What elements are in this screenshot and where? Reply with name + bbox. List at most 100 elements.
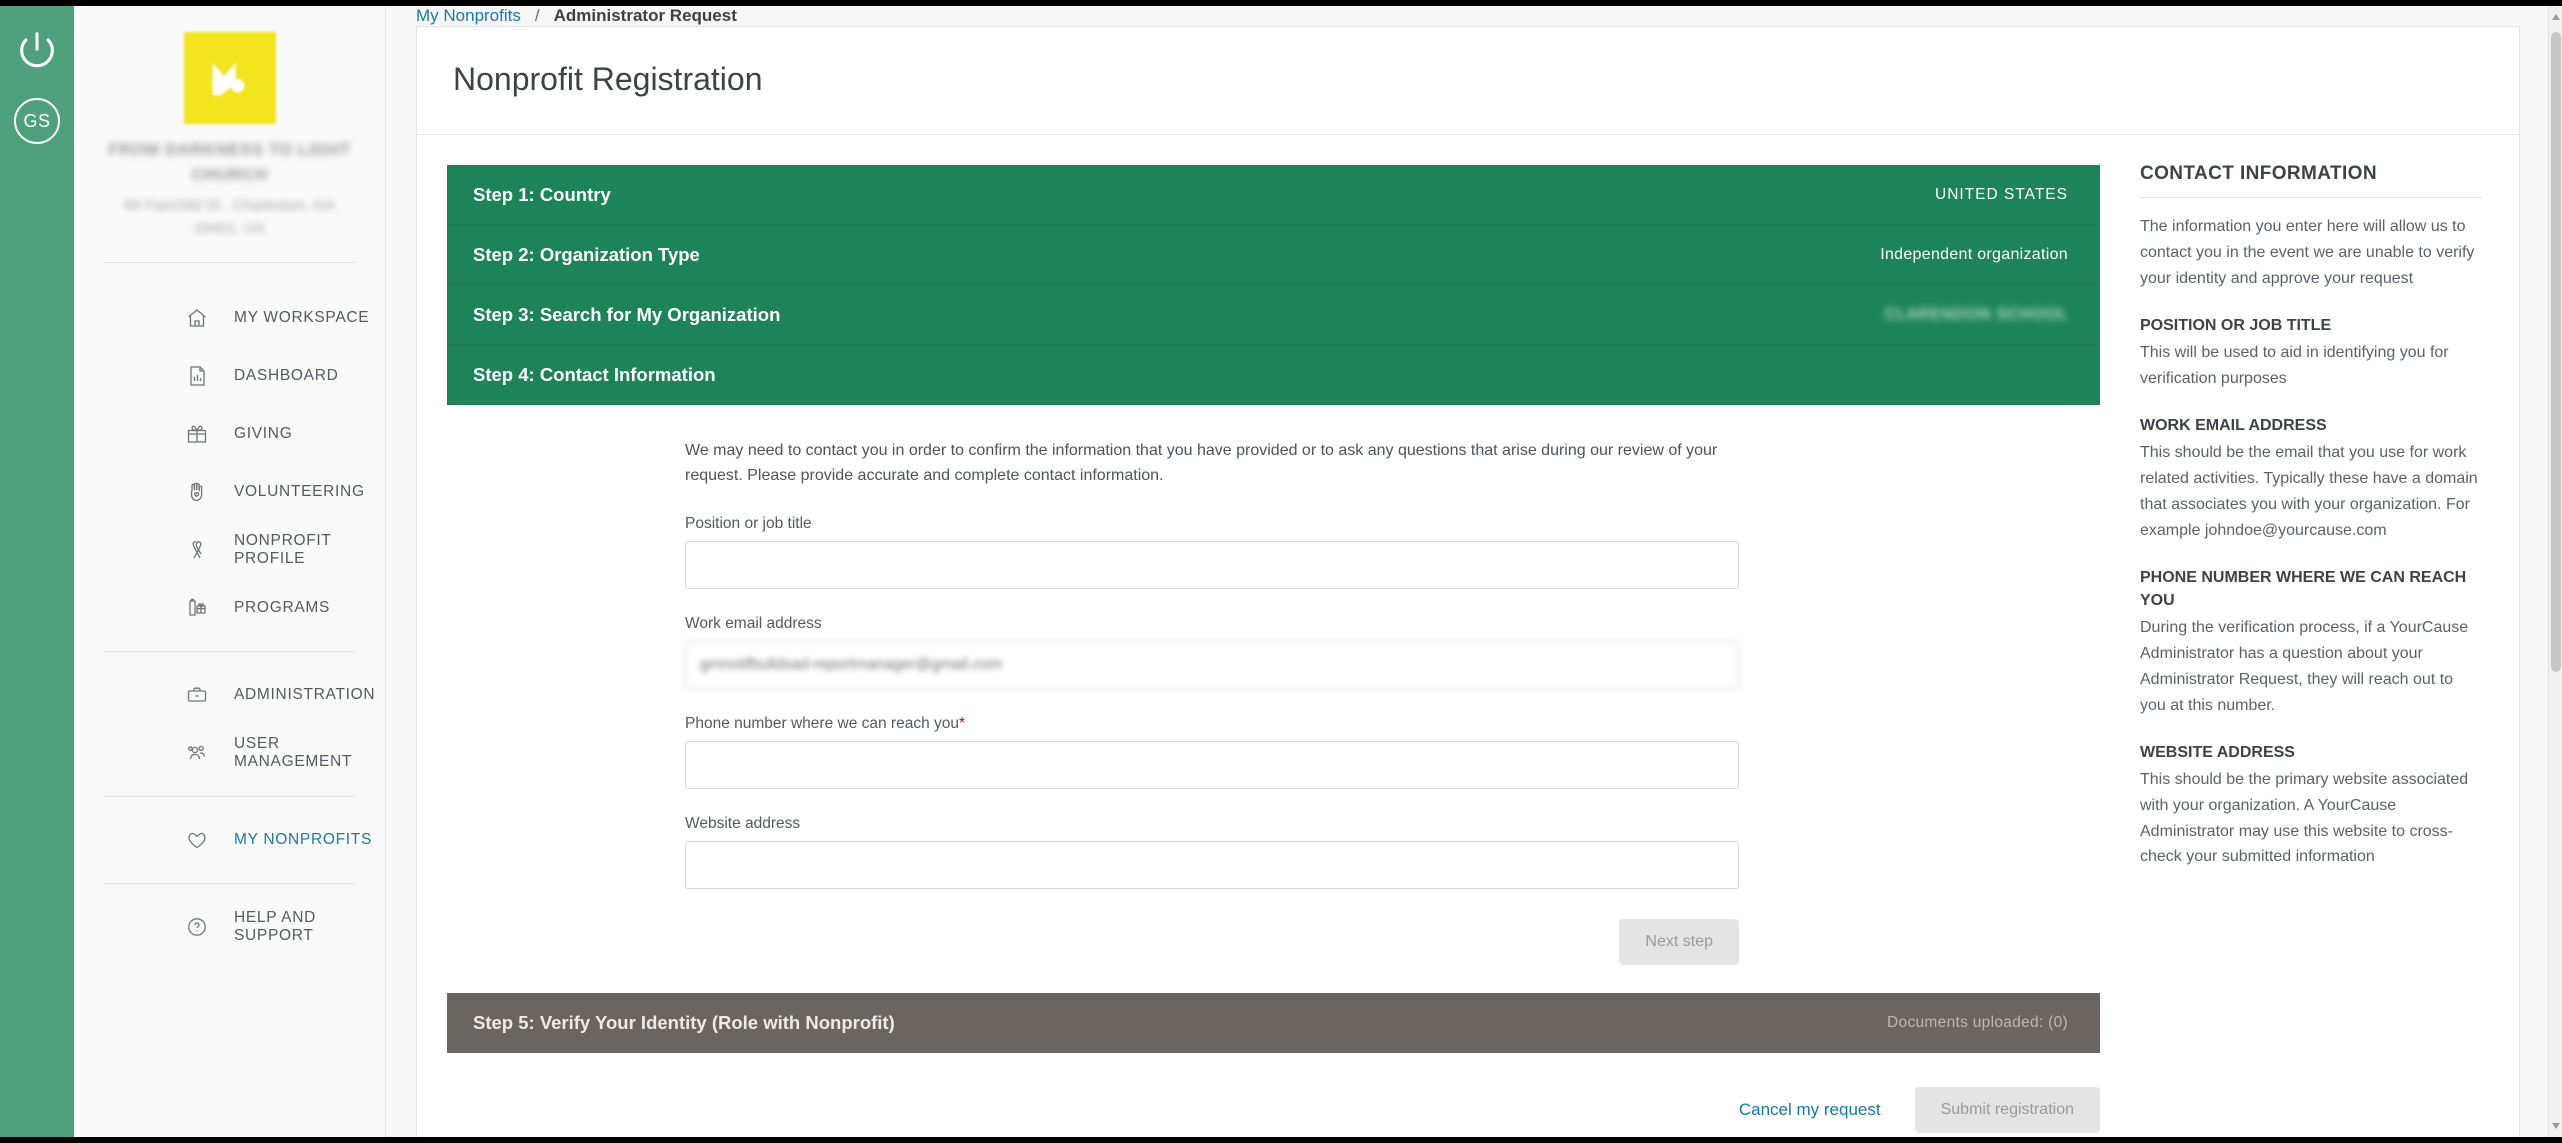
briefcase-icon	[184, 682, 210, 708]
sidebar-item-label: PROGRAMS	[234, 599, 331, 617]
footer-actions: Cancel my request Submit registration	[447, 1053, 2100, 1137]
step-row-2[interactable]: Step 2: Organization Type Independent or…	[447, 225, 2100, 285]
step-row-4[interactable]: Step 4: Contact Information	[447, 345, 2100, 405]
home-icon	[184, 305, 210, 331]
position-or-job-title-input[interactable]	[685, 540, 1739, 589]
scroll-down-arrow-icon[interactable]	[2552, 1123, 2560, 1129]
sidebar-item-giving[interactable]: GIVING	[74, 405, 385, 463]
sidebar-item-my-workspace[interactable]: MY WORKSPACE	[74, 289, 385, 347]
sidebar-item-volunteering[interactable]: VOLUNTEERING	[74, 463, 385, 521]
field-label: Phone number where we can reach you*	[685, 715, 1745, 733]
website-address-input[interactable]	[685, 840, 1739, 889]
step-row-5[interactable]: Step 5: Verify Your Identity (Role with …	[447, 992, 2100, 1053]
step-title: Step 3: Search for My Organization	[473, 303, 781, 325]
sidebar-item-administration[interactable]: ADMINISTRATION	[74, 666, 385, 724]
next-step-row: Next step	[685, 918, 1739, 993]
cancel-my-request-button[interactable]: Cancel my request	[1739, 1100, 1881, 1120]
main-content: My Nonprofits / Administrator Request No…	[386, 6, 2562, 1137]
card-header: Nonprofit Registration	[417, 27, 2519, 135]
registration-card: Nonprofit Registration Step 1: Country U…	[416, 26, 2520, 1137]
hand-heart-icon	[184, 479, 210, 505]
power-icon[interactable]	[14, 28, 60, 74]
step-value: Independent organization	[1880, 245, 2068, 263]
question-circle-icon	[184, 914, 210, 940]
info-head-website: Website address	[2140, 743, 2295, 761]
breadcrumb: My Nonprofits / Administrator Request	[386, 6, 2562, 26]
info-panel-title: Contact Information	[2140, 163, 2482, 198]
avatar-initials: GS	[23, 110, 51, 131]
sidebar-item-label: HELP AND SUPPORT	[234, 909, 316, 945]
step-title: Step 5: Verify Your Identity (Role with …	[473, 1011, 895, 1033]
sidebar-divider-1	[104, 651, 355, 653]
step-title: Step 4: Contact Information	[473, 363, 716, 385]
sidebar-item-programs[interactable]: PROGRAMS	[74, 579, 385, 637]
work-email-address-input[interactable]	[685, 640, 1739, 689]
users-icon	[184, 740, 210, 766]
info-head-phone: Phone number where we can reach you	[2140, 568, 2467, 609]
global-rail: GS	[0, 6, 74, 1137]
org-name: FROM DARKNESS TO LIGHT CHURCH	[108, 140, 351, 184]
required-asterisk: *	[959, 714, 966, 732]
next-step-button[interactable]: Next step	[1619, 918, 1739, 965]
sidebar-item-dashboard[interactable]: DASHBOARD	[74, 347, 385, 405]
sidebar-item-help-and-support[interactable]: HELP AND SUPPORT	[74, 898, 385, 956]
hamburger-menu-icon[interactable]	[22, 168, 52, 214]
sidebar-divider-3	[104, 883, 355, 885]
org-logo-icon	[183, 32, 276, 124]
document-chart-icon	[184, 363, 210, 389]
breadcrumb-current: Administrator Request	[553, 6, 737, 25]
step-value: Documents uploaded: (0)	[1887, 1013, 2068, 1031]
sidebar-item-label: DASHBOARD	[234, 367, 339, 385]
info-body-phone: During the verification process, if a Yo…	[2140, 618, 2469, 714]
sidebar-item-user-management[interactable]: USER MANAGEMENT	[74, 724, 385, 782]
contact-information-panel: Contact Information The information you …	[2100, 135, 2530, 1137]
info-body-email: This should be the email that you use fo…	[2140, 443, 2478, 539]
step-value: UNITED STATES	[1935, 185, 2068, 203]
ribbon-icon	[184, 537, 210, 563]
info-intro: The information you enter here will allo…	[2140, 218, 2475, 287]
heart-icon	[184, 827, 210, 853]
info-body-position: This will be used to aid in identifying …	[2140, 343, 2449, 387]
step-row-1[interactable]: Step 1: Country UNITED STATES	[447, 165, 2100, 225]
step-title: Step 1: Country	[473, 183, 611, 205]
breadcrumb-parent-link[interactable]: My Nonprofits	[416, 6, 521, 26]
app-window: GS FROM DARKNESS TO LIGHT CHURCH 69 Fair…	[0, 0, 2562, 1143]
page-scrollbar[interactable]	[2548, 6, 2562, 1137]
form-intro-text: We may need to contact you in order to c…	[685, 442, 1718, 484]
step-title: Step 2: Organization Type	[473, 243, 700, 265]
steps-column: Step 1: Country UNITED STATES Step 2: Or…	[417, 135, 2100, 1137]
clipboard-gift-icon	[184, 595, 210, 621]
breadcrumb-separator: /	[534, 6, 540, 25]
field-label: Position or job title	[685, 514, 812, 532]
field-position-or-job-title: Position or job title	[685, 515, 1745, 589]
sidebar-nav: MY WORKSPACE DASHBOARD GIVING VOLUNTEERI…	[74, 263, 385, 956]
sidebar-item-nonprofit-profile[interactable]: NONPROFIT PROFILE	[74, 521, 385, 579]
sidebar: FROM DARKNESS TO LIGHT CHURCH 69 Fairchi…	[74, 6, 386, 1137]
field-phone-number: Phone number where we can reach you*	[685, 715, 1745, 789]
sidebar-item-label: NONPROFIT PROFILE	[234, 532, 332, 568]
sidebar-item-label: MY NONPROFITS	[234, 831, 372, 849]
sidebar-item-label: ADMINISTRATION	[234, 686, 376, 704]
step-row-3[interactable]: Step 3: Search for My Organization CLARE…	[447, 285, 2100, 345]
card-body: Step 1: Country UNITED STATES Step 2: Or…	[417, 135, 2519, 1137]
submit-registration-button[interactable]: Submit registration	[1914, 1086, 2100, 1133]
page-title: Nonprofit Registration	[453, 61, 763, 97]
sidebar-divider-2	[104, 796, 355, 798]
field-website-address: Website address	[685, 815, 1745, 889]
gift-icon	[184, 421, 210, 447]
info-head-email: Work email address	[2140, 416, 2327, 434]
sidebar-item-label: USER MANAGEMENT	[234, 735, 353, 771]
field-label: Website address	[685, 814, 801, 832]
sidebar-item-label: GIVING	[234, 425, 293, 443]
step-value: CLARENDON SCHOOL	[1884, 305, 2068, 323]
scroll-up-arrow-icon[interactable]	[2552, 14, 2560, 20]
field-label: Work email address	[685, 614, 822, 632]
org-block: FROM DARKNESS TO LIGHT CHURCH 69 Fairchi…	[74, 6, 385, 240]
scrollbar-thumb[interactable]	[2551, 32, 2561, 672]
phone-number-input[interactable]	[685, 740, 1739, 789]
sidebar-item-label: VOLUNTEERING	[234, 483, 365, 501]
sidebar-item-my-nonprofits[interactable]: MY NONPROFITS	[74, 811, 385, 869]
contact-form: We may need to contact you in order to c…	[685, 439, 1745, 993]
avatar[interactable]: GS	[14, 98, 60, 144]
info-body-website: This should be the primary website assoc…	[2140, 770, 2469, 866]
